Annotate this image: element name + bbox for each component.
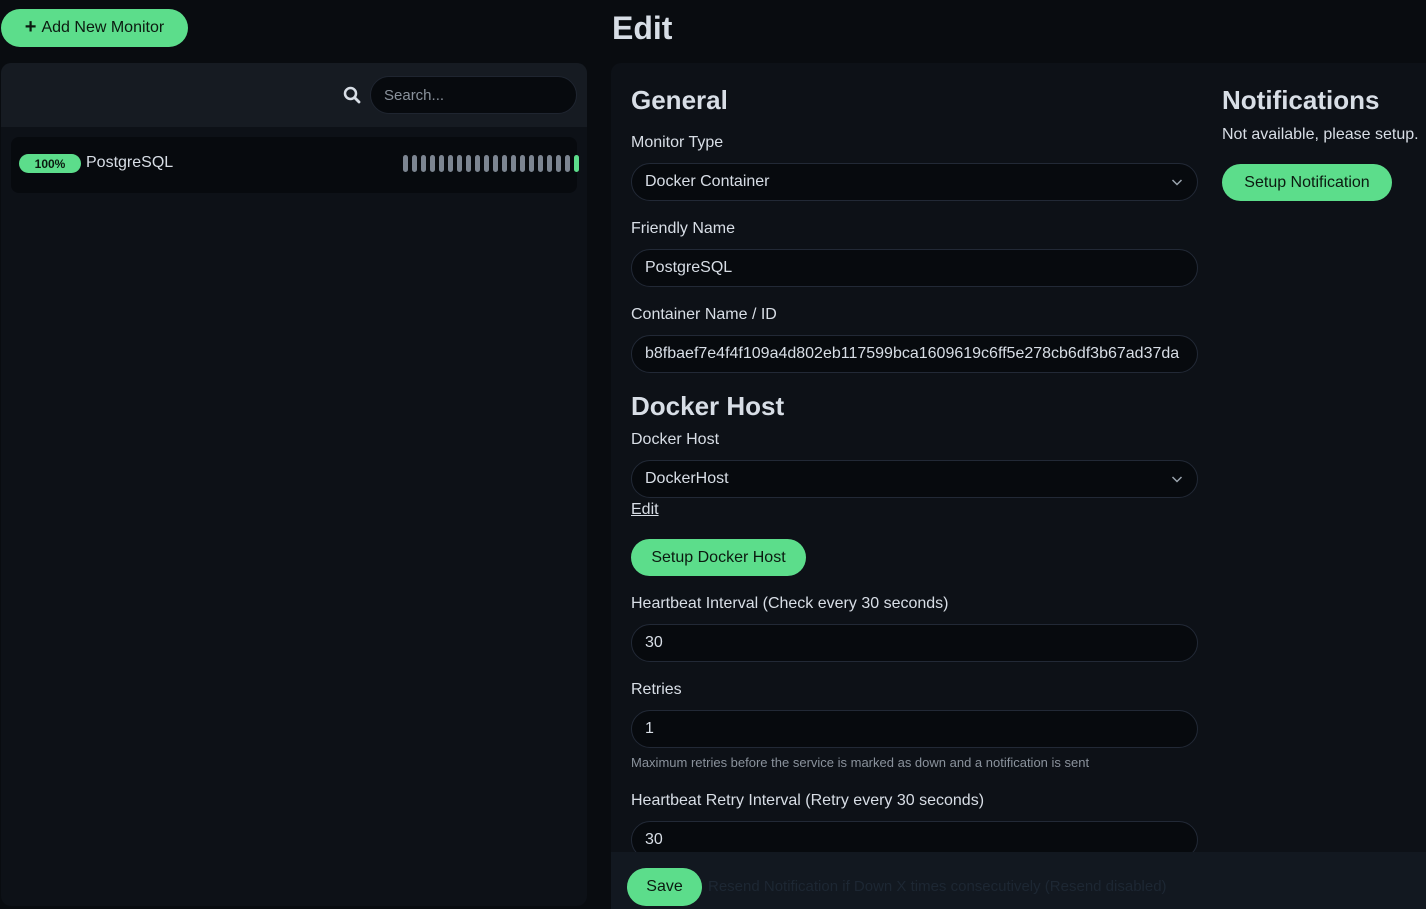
uptime-badge: 100% <box>19 154 81 173</box>
friendly-name-input[interactable]: PostgreSQL <box>631 249 1198 287</box>
monitor-name: PostgreSQL <box>86 154 174 171</box>
monitor-list-panel: 100% PostgreSQL <box>1 63 587 906</box>
edit-docker-host-link[interactable]: Edit <box>631 501 659 519</box>
page-title: Edit <box>612 10 673 46</box>
retry-interval-value: 30 <box>645 831 663 848</box>
chevron-down-icon <box>1171 179 1183 186</box>
notifications-section-title: Notifications <box>1222 85 1380 115</box>
monitor-type-select[interactable]: Docker Container <box>631 163 1198 201</box>
docker-host-select[interactable]: DockerHost <box>631 460 1198 498</box>
friendly-name-value: PostgreSQL <box>645 259 733 276</box>
heartbeat-pending <box>448 155 453 172</box>
monitor-type-value: Docker Container <box>645 173 770 190</box>
chevron-down-icon <box>1171 476 1183 483</box>
heartbeat-pending <box>565 155 570 172</box>
retry-interval-label: Heartbeat Retry Interval (Retry every 30… <box>631 792 985 809</box>
edit-form-panel: General Monitor Type Docker Container Fr… <box>611 63 1426 909</box>
heartbeat-pending <box>556 155 561 172</box>
heartbeat-interval-input[interactable]: 30 <box>631 624 1198 662</box>
monitor-list-header <box>1 63 587 127</box>
heartbeat-pending <box>547 155 552 172</box>
heartbeat-pending <box>421 155 426 172</box>
heartbeat-pending <box>538 155 543 172</box>
add-new-monitor-label: Add New Monitor <box>41 19 165 36</box>
docker-host-value: DockerHost <box>645 470 729 487</box>
heartbeat-up <box>574 155 579 172</box>
heartbeat-pending <box>511 155 516 172</box>
container-name-label: Container Name / ID <box>631 306 777 323</box>
setup-docker-host-button[interactable]: Setup Docker Host <box>631 539 806 576</box>
heartbeat-pending <box>502 155 507 172</box>
notifications-empty-text: Not available, please setup. <box>1222 126 1419 143</box>
heartbeat-pending <box>493 155 498 172</box>
plus-icon: + <box>24 16 37 38</box>
retries-help-text: Maximum retries before the service is ma… <box>631 755 1090 770</box>
friendly-name-label: Friendly Name <box>631 220 736 237</box>
heartbeat-bar <box>403 155 579 172</box>
container-name-input[interactable]: b8fbaef7e4f4f109a4d802eb117599bca1609619… <box>631 335 1198 373</box>
setup-notification-button[interactable]: Setup Notification <box>1222 164 1392 201</box>
monitor-list-item[interactable]: 100% PostgreSQL <box>11 137 579 193</box>
container-name-value: b8fbaef7e4f4f109a4d802eb117599bca1609619… <box>645 345 1180 362</box>
heartbeat-pending <box>529 155 534 172</box>
heartbeat-pending <box>457 155 462 172</box>
heartbeat-pending <box>466 155 471 172</box>
heartbeat-pending <box>520 155 525 172</box>
heartbeat-interval-value: 30 <box>645 634 663 651</box>
resend-notification-label: Resend Notification if Down X times cons… <box>708 878 1167 895</box>
docker-host-label: Docker Host <box>631 431 720 448</box>
heartbeat-pending <box>412 155 417 172</box>
search-input[interactable] <box>370 76 577 114</box>
heartbeat-pending <box>439 155 444 172</box>
docker-host-section-title: Docker Host <box>631 391 785 421</box>
heartbeat-pending <box>475 155 480 172</box>
monitor-type-label: Monitor Type <box>631 134 724 151</box>
save-button[interactable]: Save <box>627 868 702 906</box>
retries-input[interactable]: 1 <box>631 710 1198 748</box>
retries-value: 1 <box>645 720 654 737</box>
retries-label: Retries <box>631 681 682 698</box>
heartbeat-pending <box>403 155 408 172</box>
heartbeat-pending <box>430 155 435 172</box>
save-bar: Save Resend Notification if Down X times… <box>611 852 1426 909</box>
heartbeat-interval-label: Heartbeat Interval (Check every 30 secon… <box>631 595 949 612</box>
heartbeat-pending <box>484 155 489 172</box>
general-section-title: General <box>631 85 728 115</box>
add-new-monitor-button[interactable]: + Add New Monitor <box>1 9 188 47</box>
search-icon <box>343 86 361 104</box>
